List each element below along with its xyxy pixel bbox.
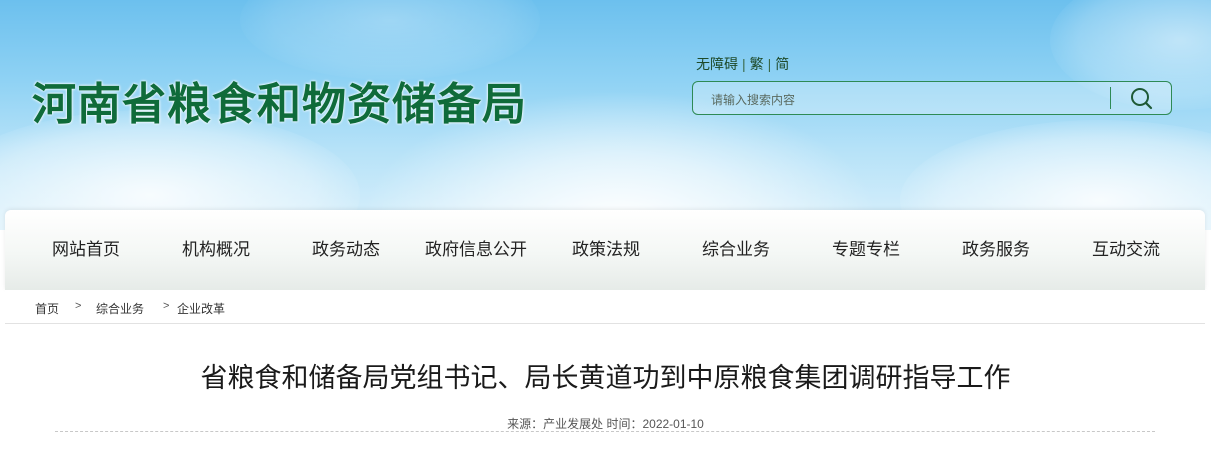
breadcrumb-business[interactable]: 综合业务 <box>96 300 144 317</box>
breadcrumb-home[interactable]: 首页 <box>35 300 59 317</box>
breadcrumb-separator: > <box>75 300 82 312</box>
divider <box>55 431 1155 432</box>
search-button[interactable] <box>1125 84 1159 112</box>
search-input[interactable] <box>709 88 1093 112</box>
nav-item-topics[interactable]: 专题专栏 <box>805 210 927 290</box>
nav-item-business[interactable]: 综合业务 <box>675 210 797 290</box>
nav-item-organization[interactable]: 机构概况 <box>155 210 277 290</box>
nav-item-news[interactable]: 政务动态 <box>285 210 407 290</box>
article-title: 省粮食和储备局党组书记、局长黄道功到中原粮食集团调研指导工作 <box>200 363 1011 393</box>
search-icon <box>1131 88 1153 110</box>
search-box <box>692 81 1172 115</box>
nav-item-services[interactable]: 政务服务 <box>935 210 1057 290</box>
link-separator: | <box>767 56 772 72</box>
article-meta: 来源：产业发展处 时间：2022-01-10 <box>507 417 704 431</box>
header-banner: 河南省粮食和物资储备局 无障碍 | 繁 | 简 <box>0 0 1211 230</box>
breadcrumb: 首页 > 综合业务 > 企业改革 <box>5 290 1205 324</box>
accessibility-links: 无障碍 | 繁 | 简 <box>696 54 789 74</box>
nav-item-policies[interactable]: 政策法规 <box>545 210 667 290</box>
search-divider <box>1110 87 1111 109</box>
site-title[interactable]: 河南省粮食和物资储备局 <box>32 68 527 132</box>
nav-item-home[interactable]: 网站首页 <box>25 210 147 290</box>
nav-item-gov-info[interactable]: 政府信息公开 <box>410 210 542 290</box>
simplified-chinese-link[interactable]: 简 <box>775 56 789 72</box>
accessibility-link[interactable]: 无障碍 <box>696 56 738 72</box>
main-nav: 网站首页 机构概况 政务动态 政府信息公开 政策法规 综合业务 专题专栏 政务服… <box>5 210 1205 290</box>
link-separator: | <box>742 56 746 72</box>
breadcrumb-enterprise-reform[interactable]: 企业改革 <box>177 300 225 317</box>
nav-item-interaction[interactable]: 互动交流 <box>1065 210 1187 290</box>
traditional-chinese-link[interactable]: 繁 <box>750 56 764 72</box>
breadcrumb-separator: > <box>163 300 170 312</box>
